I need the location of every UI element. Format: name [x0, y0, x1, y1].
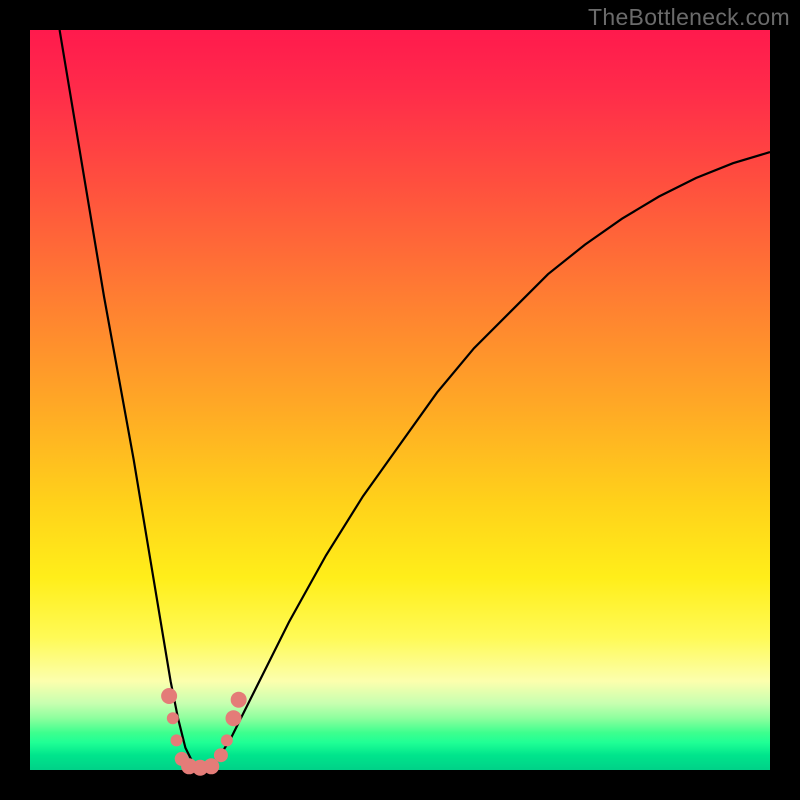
marker-dot — [171, 734, 183, 746]
curve-svg — [30, 30, 770, 770]
plot-area — [30, 30, 770, 770]
chart-frame: TheBottleneck.com — [0, 0, 800, 800]
marker-dot — [221, 734, 233, 746]
marker-dot — [231, 692, 247, 708]
marker-dot — [214, 748, 228, 762]
watermark-text: TheBottleneck.com — [588, 4, 790, 31]
marker-dot — [161, 688, 177, 704]
bottleneck-curve — [60, 30, 770, 770]
marker-dot — [167, 712, 179, 724]
marker-dot — [226, 710, 242, 726]
